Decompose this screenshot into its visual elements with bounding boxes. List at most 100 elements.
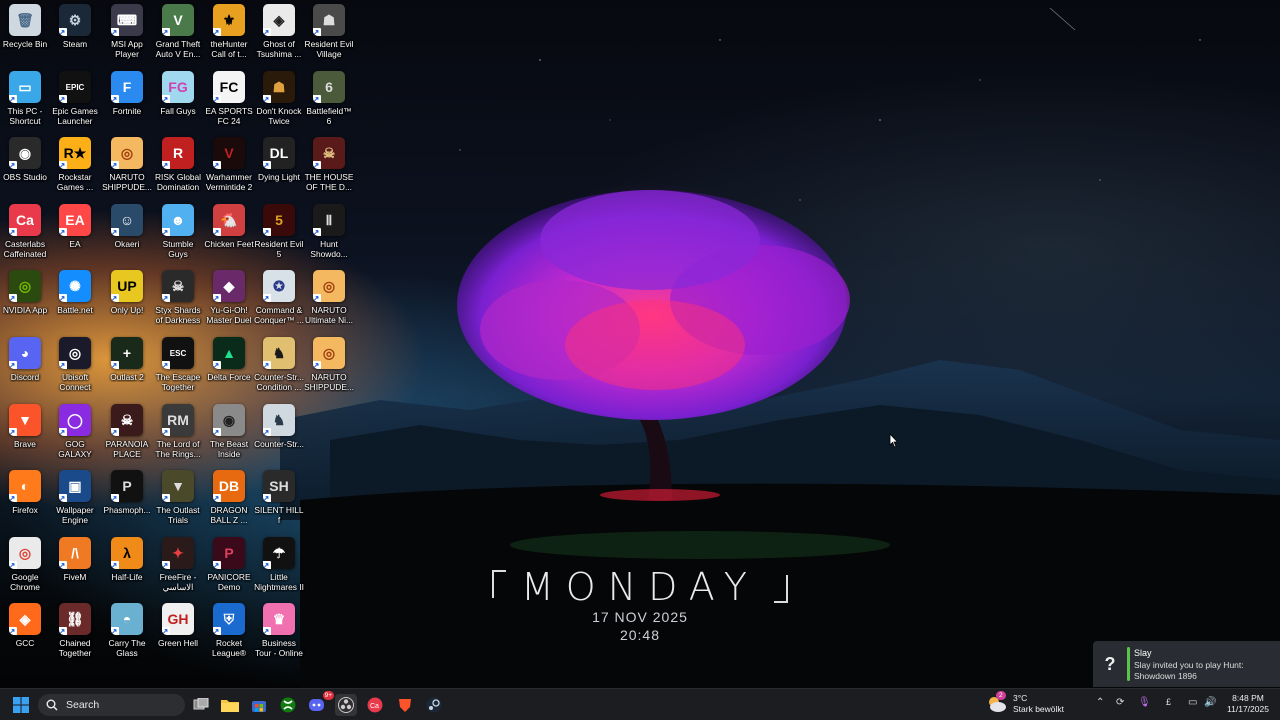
desktop-icon[interactable]: ▼ ↗ Brave — [0, 400, 50, 466]
steam-icon[interactable] — [423, 694, 445, 716]
desktop-icon[interactable]: FC ↗ EA SPORTS FC 24 — [204, 67, 254, 133]
desktop-icon[interactable]: 🗑 Recycle Bin — [0, 0, 50, 66]
desktop-icon[interactable]: ✺ ↗ Battle.net — [50, 266, 100, 332]
desktop-icon[interactable]: ◎ ↗ NARUTO Ultimate Ni... — [304, 266, 354, 332]
desktop-icon[interactable]: ☂ ↗ Little Nightmares II — [254, 533, 304, 599]
file-explorer-icon[interactable] — [219, 694, 241, 716]
weather-widget[interactable]: 2 3°C Stark bewölkt — [986, 691, 1064, 715]
desktop-icon[interactable]: ◈ ↗ Ghost of Tsushima ... — [254, 0, 304, 66]
desktop-icon[interactable]: ☠ ↗ THE HOUSE OF THE D... — [304, 133, 354, 199]
desktop-icon[interactable]: + ↗ Outlast 2 — [102, 333, 152, 399]
desktop-icon[interactable]: ☻ ↗ Stumble Guys — [153, 200, 203, 266]
obs-icon[interactable] — [335, 694, 357, 716]
app-icon: 🗑 — [9, 4, 41, 36]
app-icon: 🐔 ↗ — [213, 204, 245, 236]
brave-icon[interactable] — [394, 694, 416, 716]
desktop-icon[interactable]: 🐔 ↗ Chicken Feet — [204, 200, 254, 266]
desktop-icon[interactable]: ☗ ↗ Resident Evil Village — [304, 0, 354, 66]
desktop-icon[interactable]: ◎ ↗ NVIDIA App — [0, 266, 50, 332]
app-icon: Ca ↗ — [9, 204, 41, 236]
desktop-icon[interactable]: Ca ↗ Casterlabs Caffeinated — [0, 200, 50, 266]
desktop-icon[interactable]: ☠ ↗ PARANOIA PLACE — [102, 400, 152, 466]
microphone-icon[interactable]: 🎙 — [1138, 697, 1151, 708]
shortcut-arrow-icon: ↗ — [162, 95, 170, 103]
desktop-icon[interactable]: ◎ ↗ NARUTO SHIPPUDE... — [102, 133, 152, 199]
desktop-icon[interactable]: ▼ ↗ The Outlast Trials — [153, 466, 203, 532]
desktop-icon[interactable]: ▭ ↗ This PC - Shortcut — [0, 67, 50, 133]
desktop-icon[interactable]: ☺ ↗ Okaeri — [102, 200, 152, 266]
volume-icon[interactable]: 🔊 — [1204, 697, 1216, 708]
desktop-icon[interactable]: ♞ ↗ Counter-Str... Condition ... — [254, 333, 304, 399]
notification-message: Slay invited you to play Hunt: Showdown … — [1134, 659, 1244, 682]
desktop-icon[interactable]: R★ ↗ Rockstar Games ... — [50, 133, 100, 199]
desktop-icon[interactable]: P ↗ Phasmoph... — [102, 466, 152, 532]
desktop-icon[interactable]: ◉ ↗ The Beast Inside — [204, 400, 254, 466]
shortcut-arrow-icon: ↗ — [59, 361, 67, 369]
desktop-icon-label: EA SPORTS FC 24 — [205, 106, 253, 126]
start-icon[interactable] — [10, 694, 32, 716]
desktop-icon[interactable]: V ↗ Grand Theft Auto V En... — [153, 0, 203, 66]
desktop-icon[interactable]: P ↗ PANICORE Demo — [204, 533, 254, 599]
desktop-icon[interactable]: FG ↗ Fall Guys — [153, 67, 203, 133]
network-icon[interactable]: ▭ — [1188, 697, 1197, 708]
desktop-icon[interactable]: ◐ ↗ Firefox — [0, 466, 50, 532]
desktop-icon[interactable]: ☠ ↗ Styx Shards of Darkness — [153, 266, 203, 332]
desktop-icon-label: Ghost of Tsushima ... — [256, 39, 302, 59]
desktop-icon[interactable]: GH ↗ Green Hell — [153, 599, 203, 665]
desktop-icon[interactable]: SH ↗ SILENT HILL f — [254, 466, 304, 532]
desktop-icon[interactable]: R ↗ RISK Global Domination — [153, 133, 203, 199]
svg-text:Ca: Ca — [370, 703, 379, 710]
desktop-icon[interactable]: EPIC ↗ Epic Games Launcher — [50, 67, 100, 133]
desktop-icon[interactable]: EA ↗ EA — [50, 200, 100, 266]
shortcut-arrow-icon: ↗ — [313, 161, 321, 169]
shortcut-arrow-icon: ↗ — [111, 95, 119, 103]
pound-icon[interactable]: £ — [1166, 697, 1171, 707]
desktop-icon[interactable]: V ↗ Warhammer Vermintide 2 — [204, 133, 254, 199]
desktop-icon[interactable]: ✦ ↗ FreeFire - الاساسي — [153, 533, 203, 599]
search-box[interactable]: Search — [38, 694, 185, 716]
desktop-icon[interactable]: ▣ ↗ Wallpaper Engine — [50, 466, 100, 532]
desktop-icon[interactable]: DB ↗ DRAGON BALL Z ... — [204, 466, 254, 532]
desktop-icon[interactable]: ◎ ↗ Ubisoft Connect — [50, 333, 100, 399]
desktop-icon[interactable]: ◎ ↗ Google Chrome — [0, 533, 50, 599]
desktop-icon[interactable]: F ↗ Fortnite — [102, 67, 152, 133]
store-icon[interactable] — [248, 694, 270, 716]
desktop-icon[interactable]: ◈ ↗ GCC — [0, 599, 50, 665]
desktop-icon[interactable]: ◯ ↗ GOG GALAXY — [50, 400, 100, 466]
desktop-icon[interactable]: ♞ ↗ Counter-Str... — [254, 400, 304, 466]
desktop-icon[interactable]: ⚜ ↗ theHunter Call of t... — [204, 0, 254, 66]
task-view-icon[interactable] — [190, 694, 212, 716]
desktop-icon[interactable]: ⚙ ↗ Steam — [50, 0, 100, 66]
desktop-icon[interactable]: UP ↗ Only Up! — [102, 266, 152, 332]
desktop-icon[interactable]: ⌨ ↗ MSI App Player — [102, 0, 152, 66]
xbox-icon[interactable] — [277, 694, 299, 716]
desktop-icon[interactable]: λ ↗ Half-Life — [102, 533, 152, 599]
clock[interactable]: 8:48 PM 11/17/2025 — [1222, 693, 1274, 715]
desktop-icon[interactable]: ⛨ ↗ Rocket League® — [204, 599, 254, 665]
desktop-icon[interactable]: DL ↗ Dying Light — [254, 133, 304, 199]
desktop-icon[interactable]: RM ↗ The Lord of The Rings... — [153, 400, 203, 466]
desktop-icon[interactable]: ⛓ ↗ Chained Together — [50, 599, 100, 665]
desktop-icon[interactable]: ◎ ↗ NARUTO SHIPPUDE... — [304, 333, 354, 399]
notification-toast[interactable]: ? Slay Slay invited you to play Hunt: Sh… — [1093, 641, 1280, 687]
shortcut-arrow-icon: ↗ — [213, 95, 221, 103]
desktop-icon[interactable]: ◓ ↗ Carry The Glass — [102, 599, 152, 665]
desktop-icon[interactable]: ▲ ↗ Delta Force — [204, 333, 254, 399]
desktop-icon[interactable]: ESC ↗ The Escape Together — [153, 333, 203, 399]
desktop-icon[interactable]: ◕ ↗ Discord — [0, 333, 50, 399]
desktop-icon[interactable]: ◉ ↗ OBS Studio — [0, 133, 50, 199]
shortcut-arrow-icon: ↗ — [9, 294, 17, 302]
sync-icon[interactable]: ⟳ — [1116, 697, 1124, 708]
desktop-icon[interactable]: ☗ ↗ Don't Knock Twice — [254, 67, 304, 133]
desktop-icon[interactable]: ♛↗ Business Tour - Online M... — [254, 599, 304, 665]
chevron-up-icon[interactable]: ⌃ — [1096, 697, 1104, 708]
discord-icon[interactable]: 9+ — [306, 691, 334, 716]
casterlabs-icon[interactable]: Ca — [364, 694, 386, 716]
desktop-icon[interactable]: /\ ↗ FiveM — [50, 533, 100, 599]
desktop-icon[interactable]: ✪ ↗ Command & Conquer™ ... — [254, 266, 304, 332]
desktop-icon[interactable]: 5 ↗ Resident Evil 5 — [254, 200, 304, 266]
desktop-icon[interactable]: Ⅱ ↗ Hunt Showdo... — [304, 200, 354, 266]
desktop-icon[interactable]: ◆ ↗ Yu-Gi-Oh! Master Duel — [204, 266, 254, 332]
desktop-icon-label: Business Tour - Online M... — [255, 638, 303, 658]
desktop-icon[interactable]: 6 ↗ Battlefield™ 6 — [304, 67, 354, 133]
